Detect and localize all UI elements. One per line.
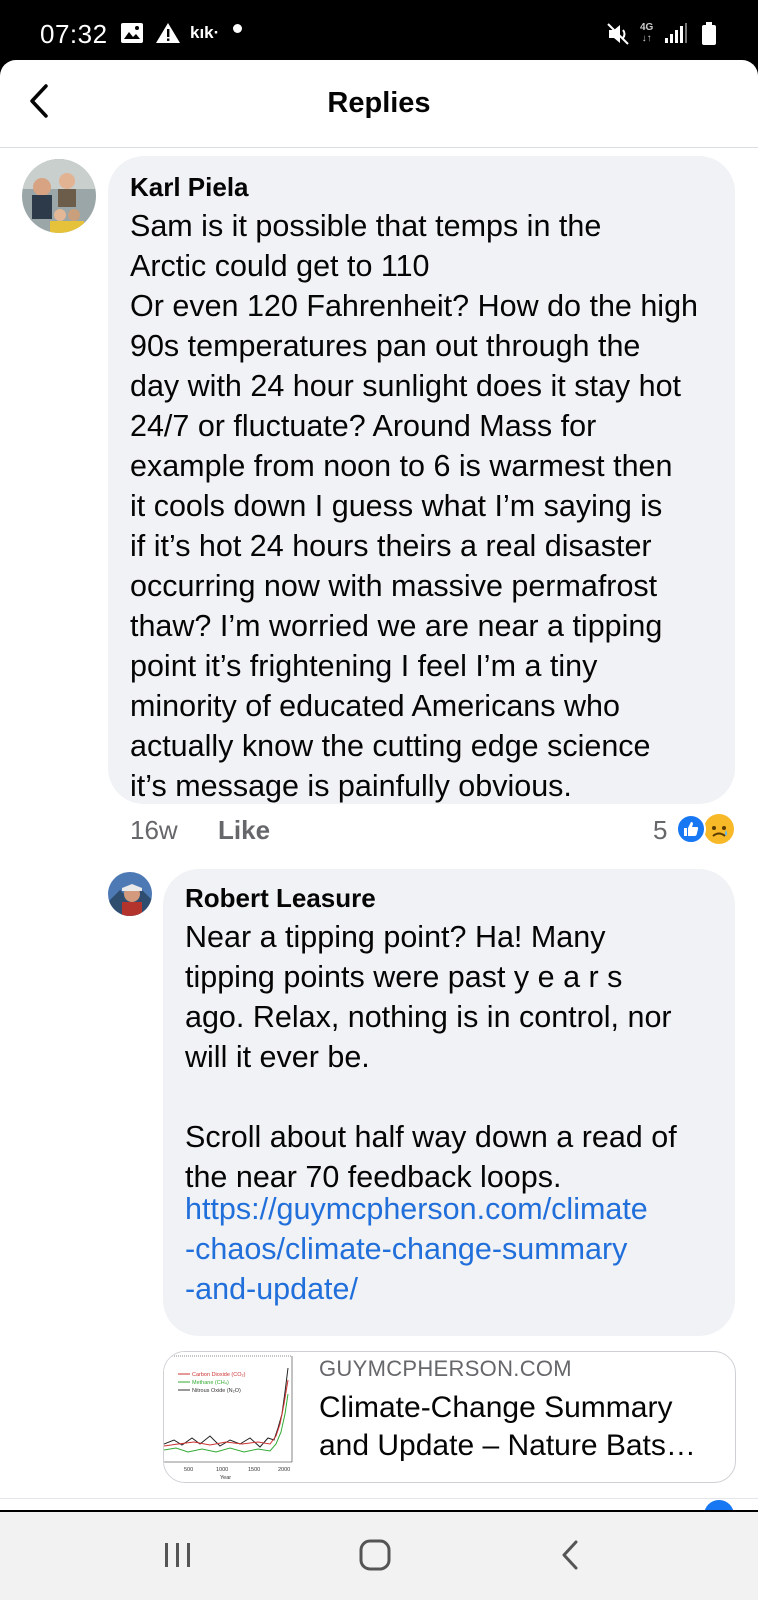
battery-icon [700,22,718,51]
xtick-2000: 2000 [278,1467,290,1473]
legend-methane: Methane (CH₄) [192,1380,229,1386]
link-title: Climate-Change Summary and Update – Natu… [319,1391,696,1462]
recent-apps-icon[interactable] [148,1532,208,1580]
divider [0,1498,758,1499]
kik-icon: kık· [190,23,220,42]
reply-link[interactable]: https://guymcpherson.com/climate -chaos/… [185,1189,730,1309]
comment-timestamp[interactable]: 16w [130,815,178,846]
warning-icon [155,22,181,49]
link-preview-card[interactable]: Carbon Dioxide (CO₂) Methane (CH₄) Nitro… [163,1351,736,1483]
comment-author[interactable]: Karl Piela [130,172,249,203]
avatar[interactable] [22,159,96,233]
legend-n2o: Nitrous Oxide (N₂O) [192,1388,241,1394]
mute-icon [606,22,632,51]
avatar[interactable] [108,872,152,916]
replies-sheet: Replies Karl Piela Sam is it possible th… [0,60,758,1510]
reply-text: Near a tipping point? Ha! Many tipping p… [185,920,677,1194]
link-thumbnail: Carbon Dioxide (CO₂) Methane (CH₄) Nitro… [164,1352,300,1482]
reply-author[interactable]: Robert Leasure [185,883,376,914]
xaxis-label: Year [220,1475,231,1481]
signal-icon [664,22,688,49]
header: Replies [0,60,758,148]
navigation-bar [0,1512,758,1600]
reply-bubble: Robert Leasure Near a tipping point? Ha!… [163,869,735,1336]
xtick-1500: 1500 [248,1467,260,1473]
status-time: 07:32 [40,19,108,49]
network-label: 4G [640,22,654,33]
page-title: Replies [327,87,431,119]
reaction-peek-icon [704,1500,734,1510]
like-reaction-icon [676,814,706,844]
comment-bubble: Karl Piela Sam is it possible that temps… [108,156,735,804]
link-domain: GUYMCPHERSON.COM [319,1356,572,1381]
comment-text: Sam is it possible that temps in the Arc… [130,209,699,803]
status-bar: 07:32 kık· 4G ↓↑ [0,0,758,62]
home-icon[interactable] [345,1532,405,1580]
xtick-500: 500 [184,1467,193,1473]
chart-thumbnail: Carbon Dioxide (CO₂) Methane (CH₄) Nitro… [164,1352,300,1482]
image-icon [120,22,144,49]
xtick-1000: 1000 [216,1467,228,1473]
back-icon[interactable] [542,1532,602,1580]
like-button[interactable]: Like [218,815,270,846]
legend-co2: Carbon Dioxide (CO₂) [192,1372,246,1378]
notification-dot [233,24,242,33]
reaction-count[interactable]: 5 [653,815,667,846]
sad-reaction-icon [704,814,734,844]
network-4g-icon: 4G ↓↑ [640,22,654,44]
